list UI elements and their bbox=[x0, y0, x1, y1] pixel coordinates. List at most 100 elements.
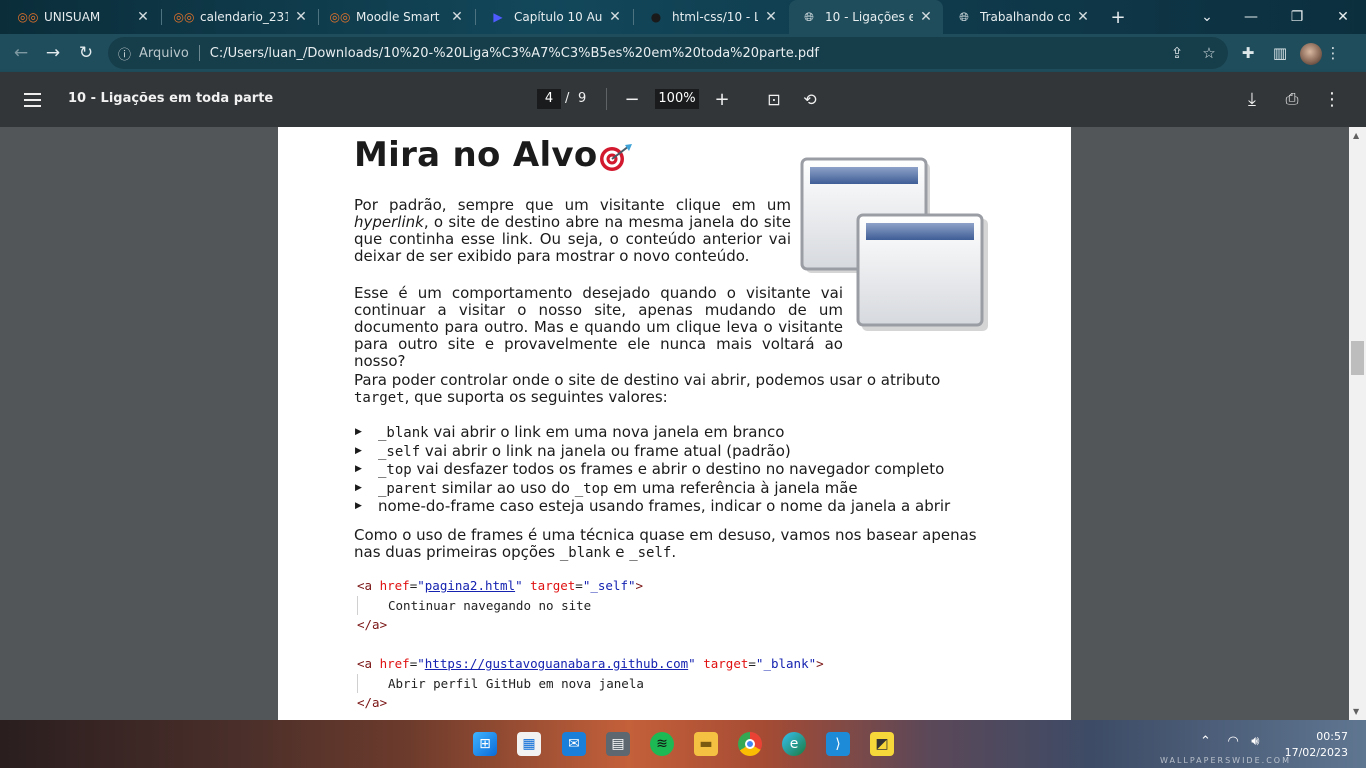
owl-icon: ◎◎ bbox=[17, 10, 39, 24]
print-icon[interactable]: ⎙ bbox=[1278, 85, 1306, 113]
file-explorer-icon[interactable]: ▬ bbox=[694, 732, 718, 756]
tab-separator bbox=[318, 9, 319, 25]
scrollbar-thumb[interactable] bbox=[1351, 341, 1364, 375]
spotify-icon[interactable]: ≋ bbox=[650, 732, 674, 756]
tab-title: Trabalhando co bbox=[980, 10, 1070, 24]
info-icon[interactable]: ⓘ bbox=[118, 44, 131, 63]
close-icon[interactable]: ✕ bbox=[919, 9, 933, 25]
target-values-list: ▶ _blank vai abrir o link em uma nova jan… bbox=[354, 423, 996, 516]
scheme-label: Arquivo bbox=[139, 45, 189, 61]
paragraph-frames: Como o uso de frames é uma técnica quase… bbox=[354, 526, 977, 562]
url-text[interactable]: C:/Users/luan_/Downloads/10%20-%20Liga%C… bbox=[210, 46, 819, 61]
clock-time[interactable]: 00:57 bbox=[1304, 730, 1348, 743]
omnibox[interactable]: ⓘ Arquivo C:/Users/luan_/Downloads/10%20… bbox=[108, 37, 1228, 69]
edge-icon[interactable]: e bbox=[782, 732, 806, 756]
code-example-self: <a href="pagina2.html" target="_self"> C… bbox=[357, 576, 643, 635]
chrome-menu-icon[interactable]: ⋮ bbox=[1318, 38, 1348, 68]
close-icon[interactable]: ✕ bbox=[1076, 9, 1090, 25]
minimize-button[interactable]: — bbox=[1228, 0, 1274, 34]
zoom-input[interactable]: 100% bbox=[655, 89, 699, 109]
github-icon: ● bbox=[650, 10, 662, 24]
owl-icon: ◎◎ bbox=[173, 10, 195, 24]
code-line: <a href="pagina2.html" target="_self"> bbox=[357, 578, 644, 593]
list-item: ▶ nome-do-frame caso esteja usando frames… bbox=[355, 497, 951, 515]
list-item: ▶ _top vai desfazer todos os frames e abr… bbox=[355, 460, 945, 478]
toolbar-divider bbox=[606, 88, 607, 110]
code-line: <a href="https://gustavoguanabara.github… bbox=[357, 656, 824, 671]
volume-icon[interactable]: 🔊︎ bbox=[1251, 734, 1259, 749]
more-actions-icon[interactable]: ⋮ bbox=[1318, 85, 1346, 113]
paragraph-intro: Por padrão, sempre que um visitante cliq… bbox=[354, 196, 791, 265]
tab-moodle[interactable]: ◎◎ Moodle Smart ✕ bbox=[320, 0, 474, 34]
tab-title: Capítulo 10 Aula bbox=[514, 10, 602, 24]
tab-ligacoes-active[interactable]: 🌐︎ 10 - Ligações em ✕ bbox=[789, 0, 943, 34]
pdf-page: Mira no Alvo Por padrão, sempre que um v… bbox=[278, 127, 1071, 720]
wifi-icon[interactable]: ◠ bbox=[1227, 734, 1238, 749]
tab-title: UNISUAM bbox=[44, 10, 101, 24]
scrollbar[interactable] bbox=[1349, 127, 1366, 720]
tab-calendario[interactable]: ◎◎ calendario_231_ ✕ bbox=[164, 0, 318, 34]
omnibox-divider bbox=[198, 45, 200, 61]
share-icon[interactable]: ⇪ bbox=[1162, 38, 1192, 68]
page-number-input[interactable]: 4 bbox=[537, 89, 561, 109]
globe-icon: 🌐︎ bbox=[804, 9, 814, 24]
fit-page-icon[interactable]: ⊡ bbox=[760, 85, 788, 113]
reload-button[interactable]: ↻ bbox=[71, 38, 101, 68]
scroll-down-arrow-icon[interactable]: ▼ bbox=[1353, 707, 1359, 716]
target-icon bbox=[600, 144, 632, 171]
tab-separator bbox=[475, 9, 476, 25]
tab-separator bbox=[633, 9, 634, 25]
document-title: 10 - Ligações em toda parte bbox=[68, 91, 274, 106]
close-window-button[interactable]: ✕ bbox=[1320, 0, 1366, 34]
menu-icon[interactable] bbox=[18, 86, 46, 114]
close-icon[interactable]: ✕ bbox=[136, 9, 150, 25]
extensions-icon[interactable]: ✚ bbox=[1233, 38, 1263, 68]
mail-icon[interactable]: ✉ bbox=[562, 732, 586, 756]
tab-capitulo[interactable]: ▶ Capítulo 10 Aula ✕ bbox=[478, 0, 632, 34]
vscode-icon[interactable]: ⟩ bbox=[826, 732, 850, 756]
side-panel-icon[interactable]: ▥ bbox=[1265, 38, 1295, 68]
address-bar: ← → ↻ ⓘ Arquivo C:/Users/luan_/Downloads… bbox=[0, 34, 1366, 72]
sticky-notes-icon[interactable]: ◩ bbox=[870, 732, 894, 756]
paragraph-behavior: Esse é um comportamento desejado quando … bbox=[354, 284, 843, 370]
tab-unisuam[interactable]: ◎◎ UNISUAM ✕ bbox=[8, 0, 160, 34]
code-inner-text: Continuar navegando no site bbox=[357, 595, 643, 615]
pdf-viewer[interactable]: Mira no Alvo Por padrão, sempre que um v… bbox=[0, 127, 1366, 720]
system-tray[interactable]: ⌃ ◠ 🔊︎ bbox=[1200, 734, 1259, 749]
restore-button[interactable]: ❐ bbox=[1274, 0, 1320, 34]
code-inner-text: Abrir perfil GitHub em nova janela bbox=[357, 673, 824, 693]
calculator-icon[interactable]: ▤ bbox=[606, 732, 630, 756]
code-example-blank: <a href="https://gustavoguanabara.github… bbox=[357, 654, 824, 713]
tab-title: calendario_231_ bbox=[200, 10, 288, 24]
close-icon[interactable]: ✕ bbox=[608, 9, 622, 25]
zoom-in-button[interactable]: + bbox=[708, 85, 736, 113]
bookmark-star-icon[interactable]: ☆ bbox=[1194, 38, 1224, 68]
scroll-up-arrow-icon[interactable]: ▲ bbox=[1353, 131, 1359, 140]
windows-start-icon[interactable]: ⊞ bbox=[473, 732, 497, 756]
tab-title: 10 - Ligações em bbox=[825, 10, 913, 24]
rotate-icon[interactable]: ⟲ bbox=[796, 85, 824, 113]
tab-github[interactable]: ● html-css/10 - Lig ✕ bbox=[636, 0, 788, 34]
zoom-out-button[interactable]: − bbox=[618, 85, 646, 113]
tab-search-chevron-icon[interactable]: ⌄ bbox=[1184, 0, 1230, 34]
tab-trabalhando[interactable]: 🌐︎ Trabalhando co ✕ bbox=[944, 0, 1100, 34]
close-icon[interactable]: ✕ bbox=[450, 9, 464, 25]
chrome-icon[interactable] bbox=[738, 732, 762, 756]
back-button[interactable]: ← bbox=[6, 38, 36, 68]
globe-icon: 🌐︎ bbox=[959, 9, 969, 24]
close-icon[interactable]: ✕ bbox=[764, 9, 778, 25]
tab-separator bbox=[161, 9, 162, 25]
bullet-icon: ▶ bbox=[355, 464, 362, 474]
list-item: ▶ _blank vai abrir o link em uma nova jan… bbox=[355, 423, 785, 441]
store-icon[interactable]: ▦ bbox=[517, 732, 541, 756]
download-icon[interactable]: ⤓ bbox=[1238, 85, 1266, 113]
list-item: ▶ _self vai abrir o link na janela ou fra… bbox=[355, 441, 791, 460]
video-icon: ▶ bbox=[493, 10, 503, 24]
forward-button[interactable]: → bbox=[38, 38, 68, 68]
tab-strip: ◎◎ UNISUAM ✕ ◎◎ calendario_231_ ✕ ◎◎ Moo… bbox=[0, 0, 1366, 34]
new-tab-button[interactable]: + bbox=[1100, 0, 1136, 34]
chevron-up-icon[interactable]: ⌃ bbox=[1200, 734, 1211, 749]
close-icon[interactable]: ✕ bbox=[294, 9, 308, 25]
code-close-tag: </a> bbox=[357, 617, 388, 632]
code-close-tag: </a> bbox=[357, 695, 388, 710]
